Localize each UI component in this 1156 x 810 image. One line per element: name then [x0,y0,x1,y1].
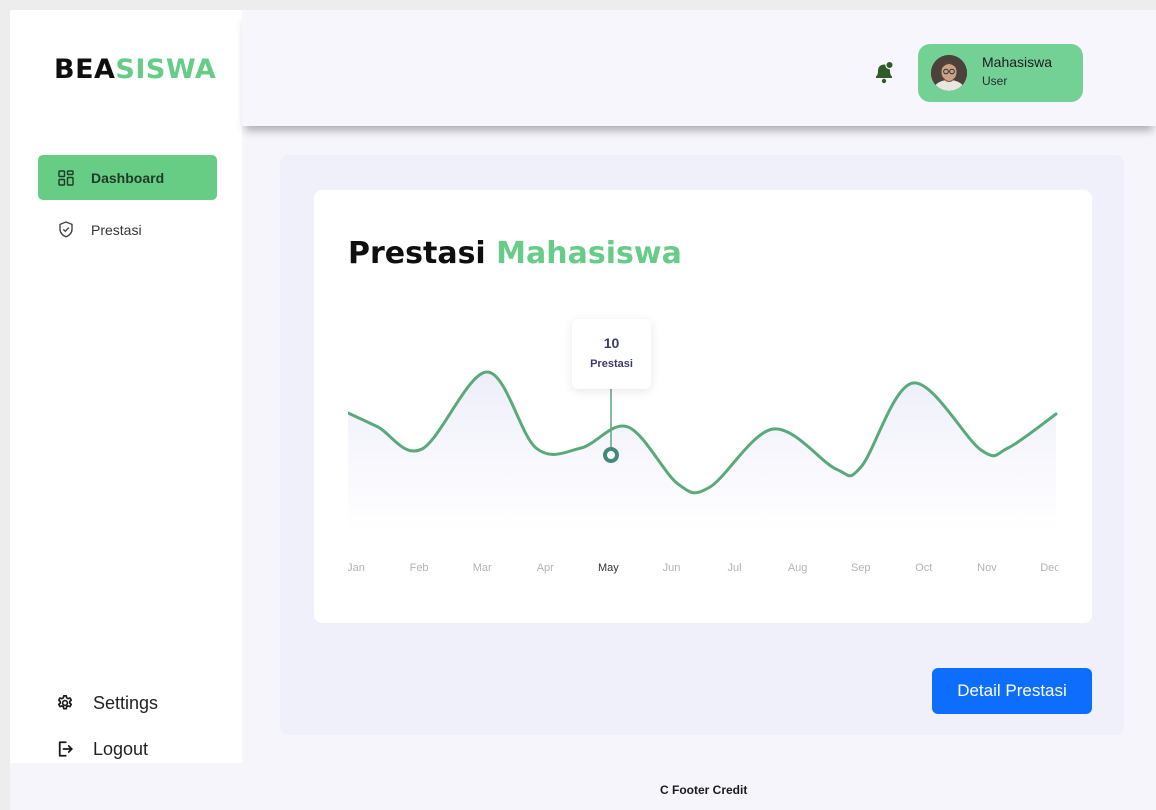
chart-title-part1: Prestasi [348,236,486,271]
x-axis-label: Mar [473,562,492,574]
x-axis-label: May [598,562,619,574]
highlight-point[interactable] [603,447,619,463]
x-axis-label: Feb [410,562,429,574]
brand-logo: BEASISWA [54,54,216,85]
chart-card: Prestasi Mahasiswa Jan Feb Mar Apr May Jun Jul… [314,190,1092,623]
app-frame: BEASISWA Dashboard Prestasi Settings Log… [10,10,1156,810]
x-axis-label: Dec [1040,562,1058,574]
logout-link[interactable]: Logout [54,738,148,760]
tooltip-label: Prestasi [590,358,633,370]
chart-area-fill [348,371,1056,530]
x-axis-labels: Jan Feb Mar Apr May Jun Jul Aug Sep Oct Nov Dec [348,562,1058,574]
user-profile-chip[interactable]: Mahasiswa User [918,44,1083,102]
sidebar-item-prestasi[interactable]: Prestasi [38,207,217,252]
settings-label: Settings [93,692,159,713]
line-chart: Jan Feb Mar Apr May Jun Jul Aug Sep Oct Nov Dec [348,370,1058,574]
dashboard-grid-icon [56,168,76,188]
x-axis-label: Apr [537,562,554,574]
x-axis-label: Jun [663,562,681,574]
sidebar-item-dashboard[interactable]: Dashboard [38,155,217,200]
x-axis-label: Jul [728,562,742,574]
gear-icon [54,692,76,714]
tooltip-value: 10 [603,335,620,351]
detail-prestasi-button[interactable]: Detail Prestasi [932,668,1092,714]
logout-icon [54,738,76,760]
footer-credit: C Footer Credit [660,783,748,797]
chart-tooltip: 10 Prestasi [572,319,651,389]
sidebar: BEASISWA Dashboard Prestasi Settings Log… [10,10,242,763]
user-role: User [982,74,1008,88]
top-header: Mahasiswa User [242,10,1156,126]
user-name: Mahasiswa [982,54,1053,70]
x-axis-label: Oct [915,562,932,574]
chart-title: Prestasi Mahasiswa [348,236,682,271]
shield-check-icon [56,220,76,240]
main-panel: Prestasi Mahasiswa Jan Feb Mar Apr May Jun Jul… [280,155,1124,735]
bell-icon[interactable] [873,59,895,85]
avatar [931,55,967,91]
sidebar-item-label: Prestasi [91,221,142,238]
footer: C Footer Credit [10,763,1156,810]
chart-title-part2: Mahasiswa [496,236,682,271]
x-axis-label: Nov [977,562,997,574]
sidebar-item-label: Dashboard [91,169,165,186]
settings-link[interactable]: Settings [54,692,158,714]
x-axis-label: Aug [788,562,808,574]
logout-label: Logout [93,738,149,759]
brand-logo-part1: BEA [54,54,116,85]
x-axis-label: Jan [348,562,365,574]
brand-logo-part2: SISWA [115,54,217,85]
x-axis-label: Sep [851,562,871,574]
